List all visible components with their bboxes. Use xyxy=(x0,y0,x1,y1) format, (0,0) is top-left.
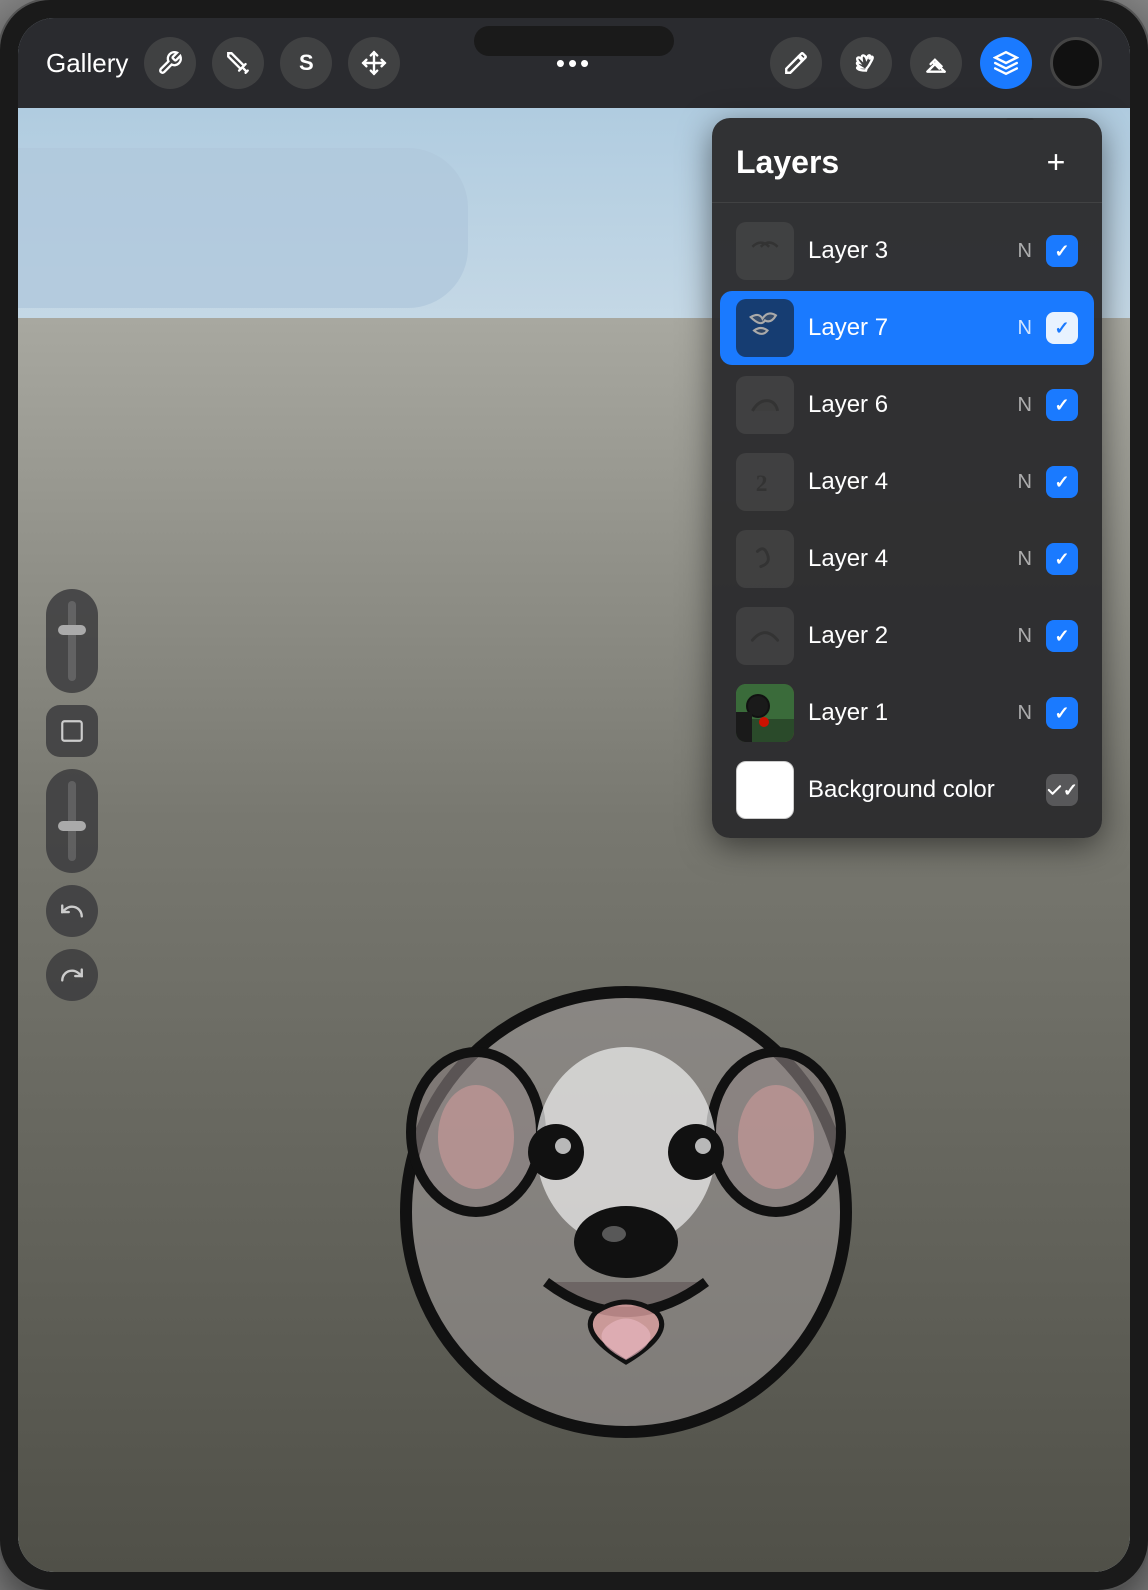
opacity-thumb[interactable] xyxy=(58,821,86,831)
layer-row-layer1[interactable]: Layer 1 N xyxy=(720,676,1094,750)
layer-row-layer7[interactable]: Layer 7 N xyxy=(720,291,1094,365)
layer-row-layer4b[interactable]: Layer 4 N xyxy=(720,522,1094,596)
layer7-thumbnail xyxy=(736,299,794,357)
magic-wand-button[interactable] xyxy=(212,37,264,89)
layer2-thumbnail xyxy=(736,607,794,665)
wrench-button[interactable] xyxy=(144,37,196,89)
layer1-name: Layer 1 xyxy=(808,699,1004,727)
layer3-thumbnail xyxy=(736,222,794,280)
layers-panel-title: Layers xyxy=(736,144,839,181)
layer-row-layer3[interactable]: Layer 3 N xyxy=(720,214,1094,288)
layer3-visibility[interactable] xyxy=(1046,235,1078,267)
undo-button[interactable] xyxy=(46,885,98,937)
layer6-name: Layer 6 xyxy=(808,391,1004,419)
layer6-mode: N xyxy=(1018,394,1032,417)
ipad-frame: Gallery S xyxy=(0,0,1148,1590)
layer4b-name: Layer 4 xyxy=(808,545,1004,573)
color-picker-button[interactable] xyxy=(1050,37,1102,89)
layer-row-layer4a[interactable]: 2 Layer 4 N xyxy=(720,445,1094,519)
gallery-button[interactable]: Gallery xyxy=(46,48,128,79)
layer4a-name: Layer 4 xyxy=(808,468,1004,496)
layer2-visibility[interactable] xyxy=(1046,620,1078,652)
background-name: Background color xyxy=(808,776,1018,804)
layers-panel-header: Layers + xyxy=(712,118,1102,203)
layer-row-layer6[interactable]: Layer 6 N xyxy=(720,368,1094,442)
layer1-thumbnail xyxy=(736,684,794,742)
layer3-name: Layer 3 xyxy=(808,237,1004,265)
selection-button[interactable]: S xyxy=(280,37,332,89)
svg-text:2: 2 xyxy=(756,471,768,497)
opacity-slider-container[interactable] xyxy=(46,769,98,873)
layer3-mode: N xyxy=(1018,240,1032,263)
layer-row-background[interactable]: Background color xyxy=(720,753,1094,827)
layer4b-thumbnail xyxy=(736,530,794,588)
ipad-screen: Gallery S xyxy=(18,18,1130,1572)
camera-notch xyxy=(474,26,674,56)
layer4b-mode: N xyxy=(1018,548,1032,571)
smudge-button[interactable] xyxy=(840,37,892,89)
layer4a-visibility[interactable] xyxy=(1046,466,1078,498)
layer4b-visibility[interactable] xyxy=(1046,543,1078,575)
layer4a-mode: N xyxy=(1018,471,1032,494)
layer4a-thumbnail: 2 xyxy=(736,453,794,511)
layers-button[interactable] xyxy=(980,37,1032,89)
brush-size-slider-container[interactable] xyxy=(46,589,98,693)
top-bar-right-section xyxy=(770,37,1102,89)
opacity-track xyxy=(68,781,76,861)
layer7-mode: N xyxy=(1018,317,1032,340)
layer7-name: Layer 7 xyxy=(808,314,1004,342)
transform-button[interactable] xyxy=(348,37,400,89)
layer1-mode: N xyxy=(1018,702,1032,725)
dog-illustration xyxy=(366,952,886,1472)
add-layer-button[interactable]: + xyxy=(1034,140,1078,184)
brush-size-thumb[interactable] xyxy=(58,625,86,635)
left-sidebar xyxy=(36,128,108,1462)
layer6-thumbnail xyxy=(736,376,794,434)
background-visibility[interactable] xyxy=(1046,774,1078,806)
background-thumbnail xyxy=(736,761,794,819)
layer2-name: Layer 2 xyxy=(808,622,1004,650)
eraser-button[interactable] xyxy=(910,37,962,89)
layer1-visibility[interactable] xyxy=(1046,697,1078,729)
brush-size-track xyxy=(68,601,76,681)
layers-list: Layer 3 N Layer 7 N xyxy=(712,203,1102,838)
layers-panel: Layers + Layer 3 N xyxy=(712,118,1102,838)
layer-row-layer2[interactable]: Layer 2 N xyxy=(720,599,1094,673)
redo-button[interactable] xyxy=(46,949,98,1001)
shape-tool-button[interactable] xyxy=(46,705,98,757)
layer2-mode: N xyxy=(1018,625,1032,648)
layer6-visibility[interactable] xyxy=(1046,389,1078,421)
layer7-visibility[interactable] xyxy=(1046,312,1078,344)
brush-button[interactable] xyxy=(770,37,822,89)
